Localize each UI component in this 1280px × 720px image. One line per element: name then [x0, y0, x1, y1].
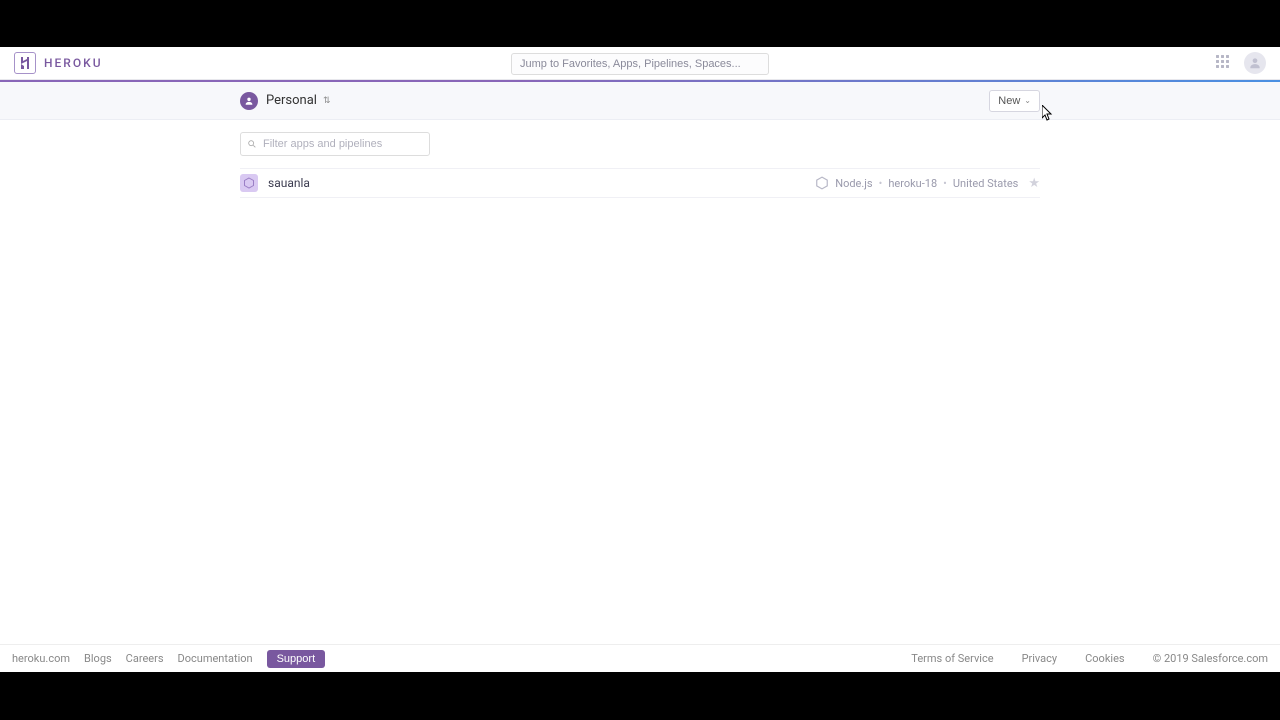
app-row[interactable]: sauanla Node.js • heroku-18 • United Sta…: [240, 168, 1040, 198]
apps-grid-icon[interactable]: [1216, 55, 1232, 71]
app-name: sauanla: [268, 176, 310, 190]
chevron-updown-icon: ⌄: [1024, 96, 1031, 105]
top-navbar: HEROKU: [0, 47, 1280, 80]
app-hexagon-icon: [240, 174, 258, 192]
personal-team-icon: [240, 92, 258, 110]
app-meta: Node.js • heroku-18 • United States ★: [815, 176, 1040, 191]
support-button[interactable]: Support: [267, 650, 326, 668]
heroku-logo-icon[interactable]: [14, 52, 36, 74]
team-switcher-icon[interactable]: ⇅: [323, 96, 329, 106]
main-content: sauanla Node.js • heroku-18 • United Sta…: [0, 120, 1280, 644]
search-icon: [247, 139, 257, 149]
brand-text[interactable]: HEROKU: [44, 56, 103, 70]
global-search: [511, 52, 769, 75]
new-button[interactable]: New ⌄: [989, 90, 1040, 112]
user-avatar[interactable]: [1244, 52, 1266, 74]
copyright-text: © 2019 Salesforce.com: [1153, 652, 1268, 665]
stack-hexagon-icon: [815, 176, 829, 190]
footer-link-blogs[interactable]: Blogs: [84, 652, 112, 665]
footer-link-documentation[interactable]: Documentation: [178, 652, 253, 665]
footer-link-careers[interactable]: Careers: [126, 652, 164, 665]
footer-link-cookies[interactable]: Cookies: [1085, 652, 1124, 665]
global-search-input[interactable]: [511, 53, 769, 75]
filter-wrap: [240, 132, 430, 156]
filter-input[interactable]: [240, 132, 430, 156]
footer: heroku.com Blogs Careers Documentation S…: [0, 644, 1280, 672]
stack-language: Node.js: [835, 177, 872, 190]
footer-link-tos[interactable]: Terms of Service: [911, 652, 993, 665]
favorite-star-icon[interactable]: ★: [1028, 176, 1040, 191]
separator-dot: •: [879, 177, 883, 190]
footer-link-heroku[interactable]: heroku.com: [12, 652, 70, 665]
context-bar: Personal ⇅ New ⌄: [0, 82, 1280, 120]
stack-version: heroku-18: [888, 177, 937, 190]
app-region: United States: [953, 177, 1018, 190]
footer-link-privacy[interactable]: Privacy: [1022, 652, 1058, 665]
app-list: sauanla Node.js • heroku-18 • United Sta…: [240, 168, 1040, 198]
separator-dot: •: [943, 177, 947, 190]
team-selector[interactable]: Personal: [266, 93, 317, 108]
new-button-label: New: [998, 95, 1020, 107]
